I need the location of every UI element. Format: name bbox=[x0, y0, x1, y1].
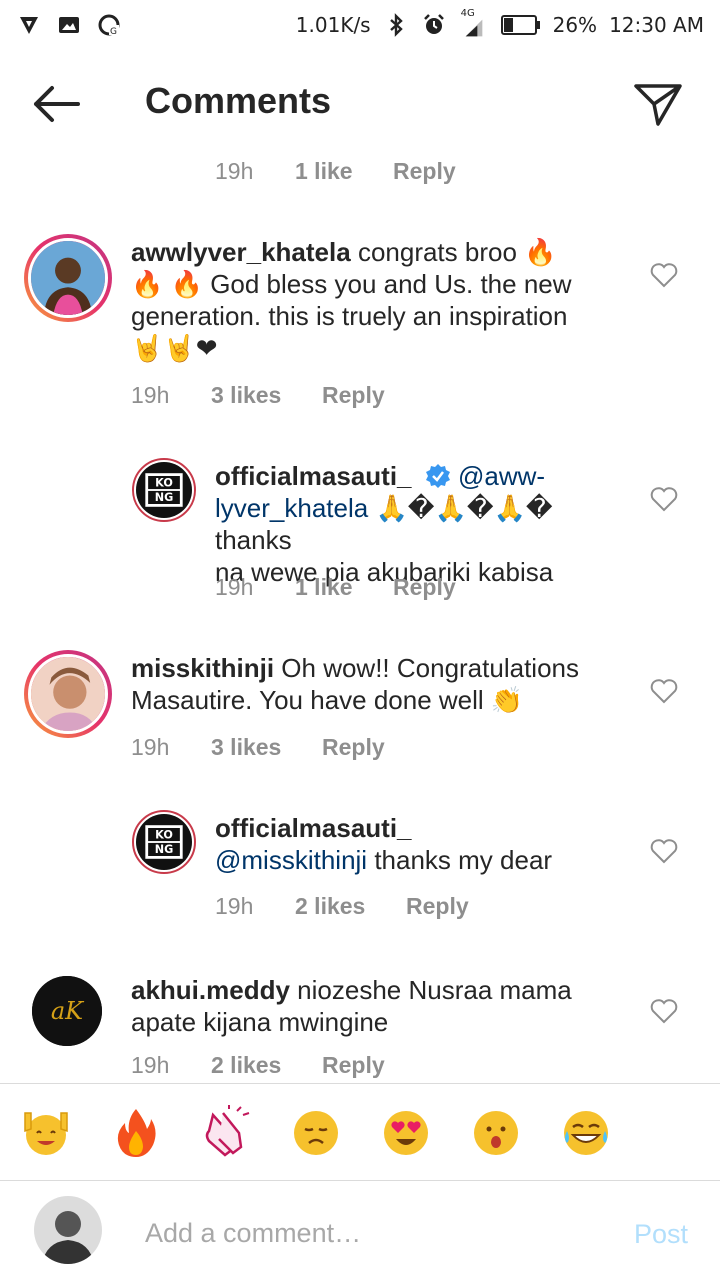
mention-link[interactable]: lyver_khatela bbox=[215, 493, 368, 523]
comment-text-line: 🔥 🔥 God bless you and Us. the new bbox=[131, 269, 572, 299]
mention-link[interactable]: @aww- bbox=[458, 461, 545, 491]
bluetooth-icon bbox=[389, 13, 403, 37]
vpn-shield-icon bbox=[20, 17, 38, 34]
direct-send-icon[interactable] bbox=[632, 78, 684, 130]
fire-emoji-icon[interactable] bbox=[109, 1105, 163, 1159]
tears-of-joy-emoji-icon[interactable] bbox=[559, 1105, 613, 1159]
comment-meta: 19h 1 like Reply bbox=[215, 574, 456, 601]
heart-eyes-emoji-icon[interactable] bbox=[379, 1105, 433, 1159]
ak-logo: aK bbox=[32, 976, 102, 1046]
comment-time: 19h bbox=[131, 1052, 170, 1078]
verified-badge-icon bbox=[425, 464, 450, 488]
comment-likes[interactable]: 2 likes bbox=[295, 893, 406, 920]
like-heart-icon[interactable] bbox=[650, 998, 678, 1024]
reply-button[interactable]: Reply bbox=[406, 893, 469, 920]
like-heart-icon[interactable] bbox=[650, 838, 678, 864]
like-heart-icon[interactable] bbox=[650, 486, 678, 512]
gallery-icon bbox=[59, 17, 79, 33]
rock-on-emoji-icon[interactable] bbox=[19, 1105, 73, 1159]
comment-username[interactable]: misskithinji bbox=[131, 653, 274, 683]
kong-logo-text-bottom: NG bbox=[155, 491, 174, 504]
avatar[interactable] bbox=[24, 234, 112, 322]
comment-meta: 19h 2 likes Reply bbox=[215, 893, 469, 920]
status-bar: G 1.01K/s 4G 26% 12:30 AM bbox=[0, 0, 720, 50]
signal-icon bbox=[465, 19, 482, 37]
comments-list[interactable]: 19h 1 like Reply awwlyver_khatela congra… bbox=[0, 150, 720, 1082]
comment-composer: Post bbox=[0, 1180, 720, 1280]
comment-meta: 19h 3 likes Reply bbox=[131, 382, 385, 409]
comment-text-line: thanks my dear bbox=[374, 845, 553, 875]
comment-text-line: congrats broo 🔥 bbox=[357, 237, 557, 267]
comment-text-line: niozeshe Nusraa mama bbox=[297, 975, 572, 1005]
comment-text-line: apate kijana mwingine bbox=[131, 1007, 389, 1037]
svg-text:G: G bbox=[110, 27, 117, 37]
battery-icon bbox=[500, 15, 540, 35]
comment-username[interactable]: akhui.meddy bbox=[131, 975, 290, 1005]
back-arrow-icon[interactable] bbox=[26, 80, 86, 128]
comment-text-line: generation. this is truely an inspiratio… bbox=[131, 301, 568, 331]
comment-text: akhui.meddy niozeshe Nusraa mama apate k… bbox=[131, 974, 611, 1038]
avatar[interactable]: aK bbox=[32, 976, 102, 1046]
clock: 12:30 AM bbox=[609, 13, 704, 37]
avatar[interactable] bbox=[24, 650, 112, 738]
avatar-image bbox=[28, 654, 108, 734]
network-speed: 1.01K/s bbox=[295, 13, 371, 37]
comment-username[interactable]: awwlyver_khatela bbox=[131, 237, 351, 267]
comment-text: officialmasauti_ @aww- lyver_khatela 🙏�🙏… bbox=[215, 460, 635, 588]
comment-time: 19h bbox=[215, 158, 254, 184]
ak-logo-text: aK bbox=[51, 997, 85, 1025]
kong-logo-text-top: KO bbox=[155, 828, 173, 841]
comment-likes[interactable]: 2 likes bbox=[211, 1052, 322, 1079]
emoji-quick-bar bbox=[0, 1083, 720, 1179]
reply-button[interactable]: Reply bbox=[322, 382, 385, 409]
status-left-icons: G bbox=[16, 13, 122, 37]
kong-logo: KO NG bbox=[136, 462, 192, 518]
comment-time: 19h bbox=[131, 382, 170, 408]
comment-username[interactable]: officialmasauti_ bbox=[215, 461, 412, 491]
comment-input[interactable] bbox=[145, 1213, 595, 1253]
comment-text-line: 🤘🤘❤ bbox=[131, 333, 218, 363]
status-right-icons: 1.01K/s 4G 26% 12:30 AM bbox=[295, 8, 704, 38]
clapping-hands-emoji-icon[interactable] bbox=[199, 1104, 253, 1159]
current-user-avatar[interactable] bbox=[34, 1196, 102, 1264]
comment-time: 19h bbox=[215, 893, 254, 919]
comment-meta: 19h 1 like Reply bbox=[215, 158, 456, 185]
comment-likes[interactable]: 3 likes bbox=[211, 734, 322, 761]
sad-face-emoji-icon[interactable] bbox=[289, 1105, 343, 1159]
post-button[interactable]: Post bbox=[634, 1219, 688, 1250]
surprised-face-emoji-icon[interactable] bbox=[469, 1105, 523, 1159]
signal-indicator: 4G bbox=[459, 8, 489, 38]
like-heart-icon[interactable] bbox=[650, 262, 678, 288]
header: Comments bbox=[0, 50, 720, 158]
comment-likes[interactable]: 1 like bbox=[295, 574, 393, 601]
reply-button[interactable]: Reply bbox=[393, 574, 456, 601]
page-title: Comments bbox=[145, 80, 332, 121]
kong-logo-text-top: KO bbox=[155, 476, 173, 489]
comment-time: 19h bbox=[131, 734, 170, 760]
comment-text: officialmasauti_ @misskithinji thanks my… bbox=[215, 812, 635, 876]
alarm-icon bbox=[423, 14, 444, 34]
comment-meta: 19h 2 likes Reply bbox=[131, 1052, 385, 1079]
comment-text-line: Oh wow!! Congratulations bbox=[281, 653, 579, 683]
comment-likes[interactable]: 1 like bbox=[295, 158, 393, 185]
avatar[interactable]: KO NG bbox=[132, 458, 196, 522]
comment-time: 19h bbox=[215, 574, 254, 600]
like-heart-icon[interactable] bbox=[650, 678, 678, 704]
comment-username[interactable]: officialmasauti_ bbox=[215, 813, 412, 843]
avatar-image bbox=[28, 238, 108, 318]
comment-likes[interactable]: 3 likes bbox=[211, 382, 322, 409]
comment-meta: 19h 3 likes Reply bbox=[131, 734, 385, 761]
battery-level: 26% bbox=[552, 13, 598, 37]
kong-logo-text-bottom: NG bbox=[155, 843, 174, 856]
kong-logo: KO NG bbox=[136, 814, 192, 870]
comment-text: awwlyver_khatela congrats broo 🔥 🔥 🔥 God… bbox=[131, 236, 611, 364]
comment-text: misskithinji Oh wow!! Congratulations Ma… bbox=[131, 652, 611, 716]
comment-text-line: Masautire. You have done well 👏 bbox=[131, 685, 524, 715]
sync-icon: G bbox=[98, 14, 120, 37]
reply-button[interactable]: Reply bbox=[322, 734, 385, 761]
reply-button[interactable]: Reply bbox=[393, 158, 456, 185]
avatar[interactable]: KO NG bbox=[132, 810, 196, 874]
mention-link[interactable]: @misskithinji bbox=[215, 845, 367, 875]
reply-button[interactable]: Reply bbox=[322, 1052, 385, 1079]
